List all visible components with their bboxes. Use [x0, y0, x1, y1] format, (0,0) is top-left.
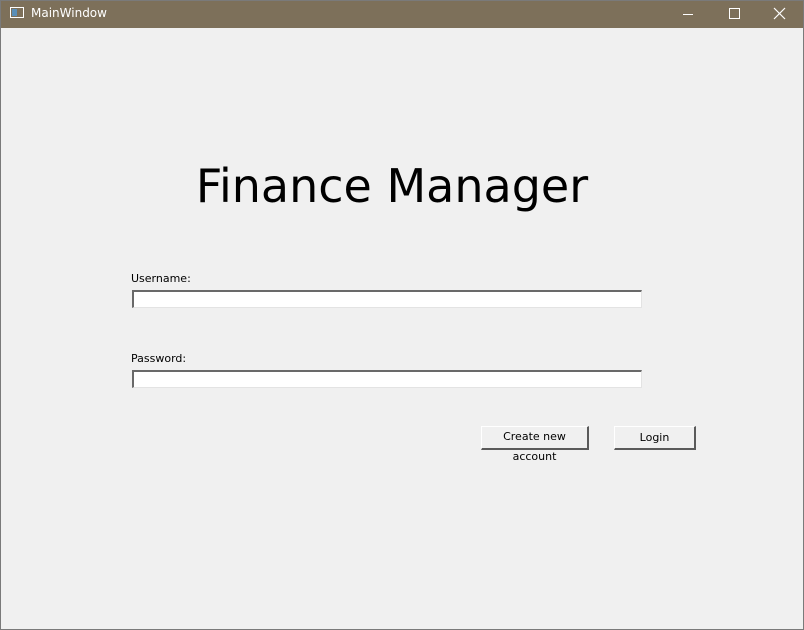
create-account-button[interactable]: Create new account [481, 426, 589, 463]
close-icon [773, 7, 786, 20]
maximize-button[interactable] [711, 1, 757, 28]
close-button[interactable] [757, 1, 803, 28]
title-bar[interactable]: MainWindow [1, 1, 803, 28]
maximize-icon [729, 8, 740, 19]
minimize-button[interactable] [665, 1, 711, 28]
main-window: MainWindow Finance Manager Username: Pas… [0, 0, 804, 630]
password-label: Password: [131, 352, 187, 365]
app-heading: Finance Manager [195, 159, 589, 213]
minimize-icon [683, 14, 693, 15]
window-title: MainWindow [31, 6, 107, 20]
username-input[interactable] [132, 290, 642, 308]
username-label: Username: [131, 272, 191, 285]
login-panel: Finance Manager Username: Password: Crea… [1, 28, 803, 629]
password-input[interactable] [132, 370, 642, 388]
login-button[interactable]: Login [614, 426, 696, 450]
app-window-icon [10, 7, 24, 18]
